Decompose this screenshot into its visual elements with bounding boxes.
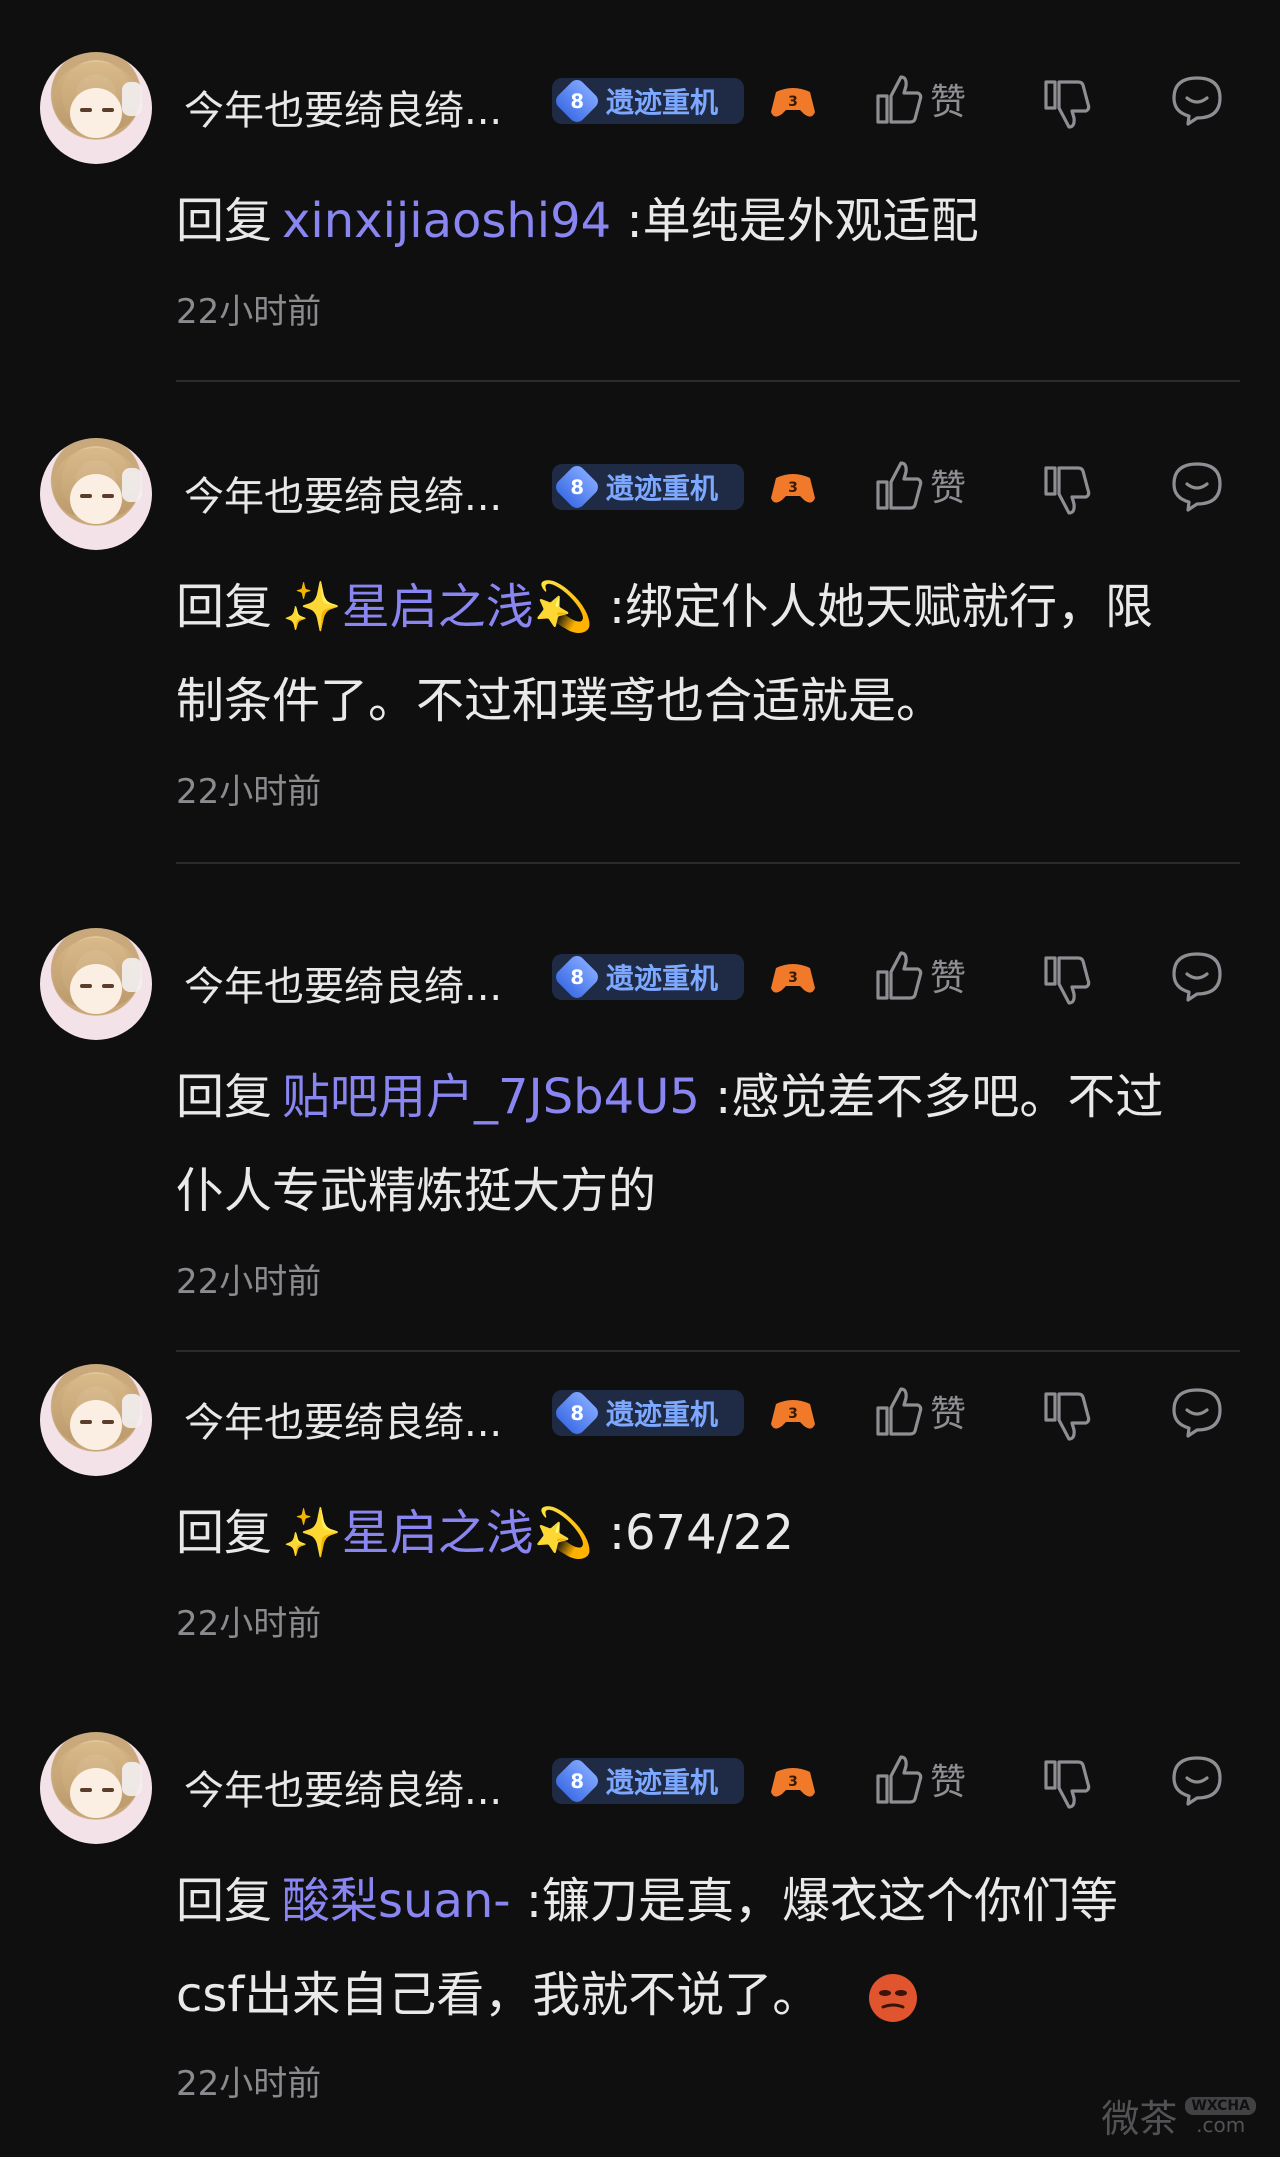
reply-target-link[interactable]: ✨星启之浅💫: [282, 1505, 594, 1561]
reply-bubble-icon[interactable]: [1170, 460, 1224, 514]
like-button[interactable]: 赞: [874, 1384, 966, 1438]
reply-content: 回复 ✨星启之浅💫 :674/22: [176, 1505, 794, 1561]
level-badge: 8 遗迹重机: [552, 1756, 744, 1806]
level-badge-icon: 8: [552, 462, 602, 512]
watermark: 微茶 WXCHA .com: [1101, 2088, 1256, 2143]
thumbs-up-icon: [876, 75, 923, 124]
level-badge: 8 遗迹重机: [552, 952, 744, 1002]
reply-target-link[interactable]: 酸梨suan-: [282, 1873, 511, 1929]
reply-target-link[interactable]: ✨星启之浅💫: [282, 579, 594, 635]
reply-target-link[interactable]: xinxijiaoshi94: [282, 193, 611, 249]
timestamp: 22小时前: [176, 292, 322, 332]
reply-target-link[interactable]: 贴吧用户_7JSb4U5: [282, 1069, 700, 1125]
reply-content: 回复 酸梨suan- :镰刀是真，爆衣这个你们等 csf出来自己看，我就不说了。: [176, 1873, 1119, 2023]
avatar[interactable]: [40, 52, 152, 164]
emoji-icon: [868, 1974, 917, 2022]
like-button[interactable]: 赞: [874, 72, 966, 126]
thumbs-down-icon[interactable]: [1042, 954, 1092, 1008]
thumbs-up-icon: [876, 1387, 923, 1436]
svg-text:3: 3: [788, 1774, 798, 1790]
reply-bubble-icon[interactable]: [1170, 1386, 1224, 1440]
timestamp: 22小时前: [176, 1262, 322, 1302]
reply-bubble-icon[interactable]: [1170, 950, 1224, 1004]
svg-text:3: 3: [788, 480, 798, 496]
level-badge-icon: 8: [552, 1756, 602, 1806]
avatar[interactable]: [40, 1364, 152, 1476]
divider: [176, 862, 1240, 864]
thumbs-up-icon: [876, 1755, 923, 1804]
thumbs-down-icon[interactable]: [1042, 78, 1092, 132]
like-button[interactable]: 赞: [874, 1752, 966, 1806]
reply-bubble-icon[interactable]: [1170, 74, 1224, 128]
level-badge-icon: 8: [552, 952, 602, 1002]
thumbs-down-icon[interactable]: [1042, 1390, 1092, 1444]
divider: [176, 380, 1240, 382]
timestamp: 22小时前: [176, 2064, 322, 2104]
timestamp: 22小时前: [176, 1604, 322, 1644]
divider: [176, 1350, 1240, 1352]
svg-text:3: 3: [788, 94, 798, 110]
reply-content: 回复 贴吧用户_7JSb4U5 :感觉差不多吧。不过 仆人专武精炼挺大方的: [176, 1069, 1164, 1219]
avatar[interactable]: [40, 928, 152, 1040]
game-controller-icon: 3: [771, 1768, 815, 1797]
like-button[interactable]: 赞: [874, 458, 966, 512]
level-badge: 8 遗迹重机: [552, 76, 744, 126]
username[interactable]: 今年也要绮良绮...: [184, 1758, 502, 1816]
svg-text:3: 3: [788, 970, 798, 986]
username[interactable]: 今年也要绮良绮...: [184, 464, 502, 522]
level-badge: 8 遗迹重机: [552, 462, 744, 512]
avatar[interactable]: [40, 1732, 152, 1844]
level-badge: 8 遗迹重机: [552, 1388, 744, 1438]
svg-text:3: 3: [788, 1406, 798, 1422]
thumbs-down-icon[interactable]: [1042, 1758, 1092, 1812]
username[interactable]: 今年也要绮良绮...: [184, 954, 502, 1012]
like-button[interactable]: 赞: [874, 948, 966, 1002]
thumbs-down-icon[interactable]: [1042, 464, 1092, 518]
reply-content: 回复 xinxijiaoshi94 :单纯是外观适配: [176, 193, 979, 249]
game-controller-icon: 3: [771, 88, 815, 117]
game-controller-icon: 3: [771, 1400, 815, 1429]
thumbs-up-icon: [876, 951, 923, 1000]
username[interactable]: 今年也要绮良绮...: [184, 1390, 502, 1448]
timestamp: 22小时前: [176, 772, 322, 812]
game-controller-icon: 3: [771, 964, 815, 993]
level-badge-icon: 8: [552, 76, 602, 126]
thumbs-up-icon: [876, 461, 923, 510]
reply-bubble-icon[interactable]: [1170, 1754, 1224, 1808]
game-controller-icon: 3: [771, 474, 815, 503]
reply-content: 回复 ✨星启之浅💫 :绑定仆人她天赋就行，限 制条件了。不过和璞鸢也合适就是。: [176, 579, 1154, 729]
avatar[interactable]: [40, 438, 152, 550]
username[interactable]: 今年也要绮良绮...: [184, 78, 502, 136]
level-badge-icon: 8: [552, 1388, 602, 1438]
